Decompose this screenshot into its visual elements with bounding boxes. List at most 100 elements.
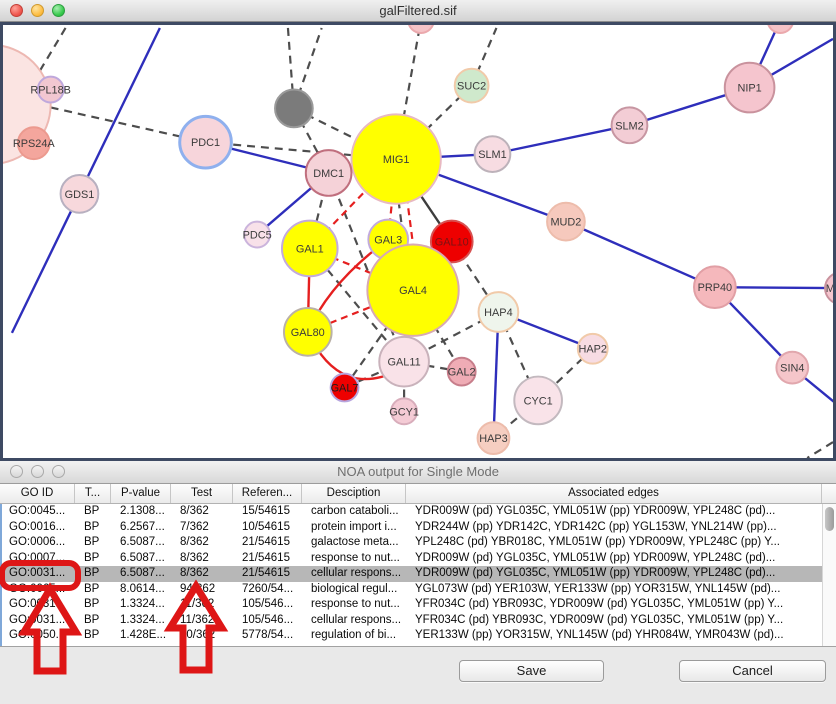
edge-pp — [79, 28, 159, 194]
table-cell: 8/362 — [173, 551, 235, 567]
node-top-node[interactable] — [408, 25, 434, 33]
network-window-titlebar[interactable]: galFiltered.sif — [0, 0, 836, 22]
node-label-gal3: GAL3 — [374, 234, 402, 246]
table-header: GO IDT...P-valueTestReferen...Desciption… — [0, 484, 836, 504]
node-label-sin4: SIN4 — [780, 363, 804, 375]
node-label-nip1: NIP1 — [737, 83, 761, 95]
table-cell: 7260/54... — [235, 582, 304, 598]
table-cell: regulation of bi... — [304, 628, 408, 644]
noa-window: NOA output for Single Mode GO IDT...P-va… — [0, 461, 836, 704]
cancel-button[interactable]: Cancel — [679, 660, 826, 682]
scrollbar-thumb[interactable] — [825, 507, 834, 531]
table-cell: 21/54615 — [235, 566, 304, 582]
noa-traffic-lights — [10, 465, 65, 478]
table-cell: galactose meta... — [304, 535, 408, 551]
edge-dashed — [807, 442, 833, 458]
noa-minimize-button[interactable] — [31, 465, 44, 478]
table-cell: BP — [77, 597, 113, 613]
node-label-cyc1: CYC1 — [524, 395, 553, 407]
node-label-mud2: MUD2 — [550, 217, 581, 229]
table-cell: 1.3324... — [113, 613, 173, 629]
close-button[interactable] — [10, 4, 23, 17]
network-traffic-lights — [10, 4, 65, 17]
table-cell: 6.5087... — [113, 535, 173, 551]
node-label-mig1: MIG1 — [383, 154, 410, 166]
column-header[interactable]: Associated edges — [406, 484, 822, 503]
node-label-gal7: GAL7 — [331, 382, 359, 394]
table-row[interactable]: GO:0031...BP1.3324...11/362105/546...res… — [2, 597, 822, 613]
table-cell: cellular respons... — [304, 566, 408, 582]
table-cell: GO:0031... — [2, 566, 77, 582]
column-header[interactable]: T... — [75, 484, 111, 503]
edge-pp — [492, 125, 629, 154]
table-row[interactable]: GO:0006...BP6.5087...8/36221/54615galact… — [2, 535, 822, 551]
table-row-selected[interactable]: GO:0031...BP6.5087...8/36221/54615cellul… — [2, 566, 822, 582]
noa-zoom-button[interactable] — [52, 465, 65, 478]
table-cell: BP — [77, 582, 113, 598]
table-cell: BP — [77, 520, 113, 536]
minimize-button[interactable] — [31, 4, 44, 17]
table-cell: 94/362 — [173, 582, 235, 598]
node-label-hap4: HAP4 — [484, 307, 512, 319]
column-header[interactable]: P-value — [111, 484, 171, 503]
table-cell: response to nut... — [304, 597, 408, 613]
network-canvas[interactable]: RPL18BRPS24AGDS1PDC1MIG1DMC1SUC2SLM1SLM2… — [0, 22, 836, 461]
table-cell: GO:0016... — [2, 520, 77, 536]
table-cell: 11/362 — [173, 597, 235, 613]
noa-close-button[interactable] — [10, 465, 23, 478]
table-cell: 105/546... — [235, 597, 304, 613]
node-label-gal11: GAL11 — [388, 357, 421, 369]
table-cell: BP — [77, 551, 113, 567]
node-label-dmc1: DMC1 — [313, 168, 344, 180]
table-cell: BP — [77, 613, 113, 629]
edge-pp — [566, 222, 715, 288]
column-header[interactable]: GO ID — [0, 484, 75, 503]
table-cell: 6.5087... — [113, 566, 173, 582]
node-label-gal2: GAL2 — [448, 367, 476, 379]
table-row[interactable]: GO:0007...BP6.5087...8/36221/54615respon… — [2, 551, 822, 567]
table-cell: carbon cataboli... — [304, 504, 408, 520]
screen: galFiltered.sif RPL18BRPS24AGDS1PDC1MIG1… — [0, 0, 836, 704]
table-cell: 1.428E... — [113, 628, 173, 644]
node-label-gal1: GAL1 — [296, 243, 324, 255]
column-header[interactable]: Test — [171, 484, 233, 503]
node-label-pdc1: PDC1 — [191, 137, 220, 149]
node-gray-node[interactable] — [275, 90, 313, 128]
table-body: GO:0045...BP2.1308...8/36215/54615carbon… — [0, 504, 822, 646]
table-cell: 6.2567... — [113, 520, 173, 536]
table-row[interactable]: GO:0045...BP2.1308...8/36215/54615carbon… — [2, 504, 822, 520]
node-label-gal10: GAL10 — [435, 236, 469, 248]
noa-footer: Save Cancel — [0, 646, 836, 704]
table-cell: 80/362 — [173, 628, 235, 644]
table-cell: 21/54615 — [235, 551, 304, 567]
table-cell: BP — [77, 504, 113, 520]
save-button[interactable]: Save — [459, 660, 604, 682]
zoom-button[interactable] — [52, 4, 65, 17]
table-cell: GO:0050... — [2, 628, 77, 644]
table-row[interactable]: GO:0050...BP1.428E...80/3625778/54...reg… — [2, 628, 822, 644]
table-cell: 15/54615 — [235, 504, 304, 520]
table-cell: YDR009W (pd) YGL035C, YML051W (pp) YDR00… — [408, 551, 822, 567]
noa-window-titlebar[interactable]: NOA output for Single Mode — [0, 461, 836, 484]
node-label-gal4: GAL4 — [399, 285, 427, 297]
table-row[interactable]: GO:0016...BP6.2567...7/36210/54615protei… — [2, 520, 822, 536]
table-cell: GO:0045... — [2, 504, 77, 520]
column-header[interactable]: Desciption — [302, 484, 406, 503]
table-cell: 8/362 — [173, 535, 235, 551]
table-cell: YDR244W (pp) YDR142C, YDR142C (pp) YGL15… — [408, 520, 822, 536]
table-cell: BP — [77, 566, 113, 582]
node-label-gal80: GAL80 — [291, 327, 325, 339]
node-label-gds1: GDS1 — [65, 189, 95, 201]
table-cell: 6.5087... — [113, 551, 173, 567]
table-row[interactable]: GO:0065...BP8.0614...94/3627260/54...bio… — [2, 582, 822, 598]
table-scrollbar[interactable] — [822, 504, 836, 646]
table-cell: 7/362 — [173, 520, 235, 536]
column-header[interactable]: Referen... — [233, 484, 302, 503]
node-label-slm2: SLM2 — [615, 120, 643, 132]
table-cell: BP — [77, 628, 113, 644]
table-cell: 21/54615 — [235, 535, 304, 551]
table-cell: biological regul... — [304, 582, 408, 598]
node-top-right-node[interactable] — [767, 25, 793, 33]
table-row[interactable]: GO:0031...BP1.3324...11/362105/546...cel… — [2, 613, 822, 629]
table-cell: 8/362 — [173, 504, 235, 520]
